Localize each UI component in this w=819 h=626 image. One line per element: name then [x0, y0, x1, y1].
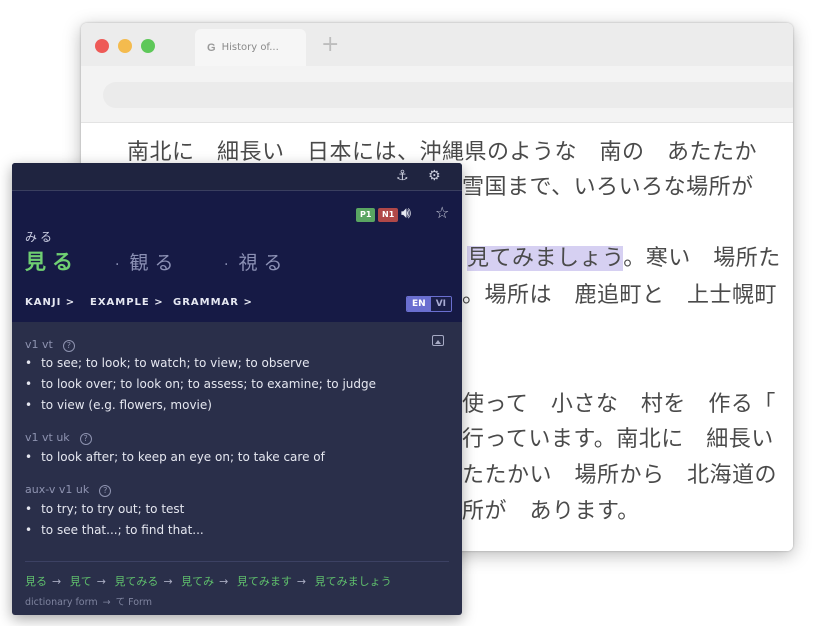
- conjugation-step[interactable]: 見てみる: [114, 575, 158, 588]
- conjugation-step[interactable]: 見る: [25, 575, 47, 588]
- divider: [25, 561, 449, 562]
- help-icon[interactable]: ?: [79, 433, 92, 445]
- browser-tab[interactable]: G History of...: [195, 29, 306, 66]
- highlighted-phrase[interactable]: 見てみましょう: [467, 246, 624, 271]
- star-icon[interactable]: ☆: [435, 203, 449, 222]
- article-line: 行っています。南北に 細長い: [462, 427, 774, 452]
- dictionary-popup: ⚓ ⚙ P1 N1 🔊︎ ☆ みる 見る · 観る · 視る KANJI > EXA…: [12, 163, 462, 615]
- language-en[interactable]: EN: [407, 297, 431, 311]
- popup-toolbar: ⚓ ⚙: [12, 163, 462, 191]
- gear-icon[interactable]: ⚙: [428, 168, 441, 184]
- gloss-item: to look after; to keep an eye on; to tak…: [25, 450, 325, 464]
- article-line: 所が あります。: [462, 499, 640, 524]
- language-toggle[interactable]: EN VI: [406, 296, 453, 312]
- tab-title: History of...: [221, 42, 279, 53]
- sense-part-of-speech: v1 vt uk?: [25, 431, 92, 445]
- new-tab-button[interactable]: +: [321, 32, 339, 58]
- gloss-item: to see; to look; to watch; to view; to o…: [25, 356, 309, 370]
- help-icon[interactable]: ?: [99, 485, 112, 497]
- minimize-window-button[interactable]: [118, 39, 132, 53]
- conjugation-step[interactable]: 見て: [70, 575, 92, 588]
- maximize-window-button[interactable]: [141, 39, 155, 53]
- gloss-item: to try; to try out; to test: [25, 502, 184, 516]
- conjugation-step[interactable]: 見てみましょう: [315, 575, 392, 588]
- conjugation-label: て Form: [115, 597, 153, 608]
- site-favicon-icon: G: [207, 41, 216, 54]
- gloss-item: to look over; to look on; to assess; to …: [25, 377, 376, 391]
- close-window-button[interactable]: [95, 39, 109, 53]
- help-icon[interactable]: ?: [62, 340, 75, 352]
- title-bar: G History of... +: [81, 23, 793, 66]
- tab-example[interactable]: EXAMPLE >: [90, 297, 164, 308]
- article-line: 。場所は 鹿追町と 上士幌町: [462, 283, 778, 308]
- language-vi[interactable]: VI: [430, 297, 452, 311]
- address-bar[interactable]: [103, 82, 793, 108]
- sense-part-of-speech: v1 vt?: [25, 338, 75, 352]
- conjugation-step[interactable]: 見てみ: [181, 575, 214, 588]
- alternate-spelling[interactable]: · 視る: [224, 248, 288, 275]
- browser-toolbar: [81, 66, 793, 123]
- frequency-badge: P1: [356, 208, 376, 222]
- headword: 見る: [25, 250, 79, 274]
- article-line: 雪国まで、いろいろな場所が: [462, 175, 754, 200]
- arrow-icon: →: [219, 575, 229, 588]
- article-line: 見てみましょう。寒い 場所た: [467, 240, 781, 272]
- popup-header: P1 N1 🔊︎ ☆ みる 見る · 観る · 視る KANJI > EXAMPLE…: [12, 191, 462, 322]
- jlpt-badge: N1: [378, 208, 399, 222]
- speaker-icon[interactable]: 🔊︎: [401, 203, 411, 223]
- arrow-icon: →: [96, 575, 106, 588]
- article-line: 使って 小さな 村を 作る「: [462, 392, 776, 417]
- conjugation-chain: 見る → 見て → 見てみる → 見てみ → 見てみます → 見てみましょう: [25, 573, 392, 589]
- anchor-icon[interactable]: ⚓: [396, 168, 409, 184]
- arrow-icon: →: [102, 597, 111, 608]
- conjugation-labels: dictionary form → て Form: [25, 594, 152, 608]
- article-line-text: 。寒い 場所た: [623, 246, 781, 271]
- conjugation-step[interactable]: 見てみます: [237, 575, 292, 588]
- arrow-icon: →: [163, 575, 173, 588]
- article-line: たたかい 場所から 北海道の: [462, 463, 778, 488]
- arrow-icon: →: [296, 575, 307, 588]
- conjugation-label: dictionary form: [25, 597, 98, 608]
- article-line: 南北に 細長い 日本には、沖縄県のような 南の あたたか: [127, 140, 758, 165]
- image-icon[interactable]: [432, 335, 444, 346]
- tab-kanji[interactable]: KANJI >: [25, 297, 75, 308]
- alternate-spelling[interactable]: · 観る: [115, 248, 179, 275]
- tab-grammar[interactable]: GRAMMAR >: [173, 297, 253, 308]
- gloss-item: to view (e.g. flowers, movie): [25, 398, 212, 412]
- arrow-icon: →: [52, 575, 62, 588]
- gloss-item: to see that...; to find that...: [25, 523, 204, 537]
- sense-part-of-speech: aux-v v1 uk?: [25, 483, 112, 497]
- word-reading: みる: [25, 230, 56, 244]
